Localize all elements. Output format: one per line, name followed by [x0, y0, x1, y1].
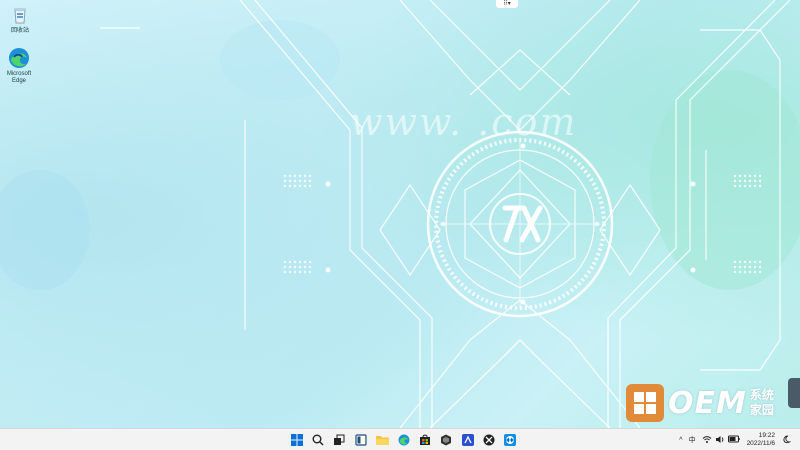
side-panel-handle[interactable]: [788, 378, 800, 408]
oem-logo-cn-line1: 系统: [749, 388, 774, 402]
snap-layout-bar[interactable]: ⠿▾: [496, 0, 518, 8]
blue-app-button[interactable]: [458, 430, 478, 450]
windows-start-icon: [290, 431, 303, 450]
system-tray: ^ 中 19:22 2022/11/6: [676, 429, 794, 450]
search-icon: [312, 431, 324, 450]
clock-time: 19:22: [758, 432, 775, 439]
recycle-bin-icon: [9, 4, 31, 26]
desktop-icon-label: 回收站: [10, 28, 29, 34]
oem-logo-cn-line2: 家园: [749, 403, 774, 417]
ime-label: 中: [688, 437, 696, 444]
store-icon: [419, 431, 431, 450]
task-view-button[interactable]: [329, 430, 349, 450]
wifi-icon: [702, 435, 712, 446]
clock-date: 2022/11/6: [746, 440, 775, 447]
desktop-icon-edge[interactable]: Microsoft Edge: [0, 47, 39, 85]
xbox-button[interactable]: [479, 430, 499, 450]
wallpaper-watermark: www. .com: [350, 100, 578, 144]
xbox-icon: [483, 431, 495, 450]
ime-indicator[interactable]: 中: [689, 435, 696, 445]
taskbar-pinned-apps: [286, 429, 521, 450]
notifications-button[interactable]: [782, 435, 792, 446]
teamviewer-icon: [504, 431, 517, 450]
moon-icon: [782, 435, 792, 446]
cube-icon: [440, 431, 452, 450]
task-view-icon: [333, 431, 345, 450]
edge-icon: [8, 47, 30, 69]
oem-logo-text: OEM: [668, 385, 747, 421]
folder-icon: [375, 431, 389, 450]
dark-app-button[interactable]: [436, 430, 456, 450]
taskbar: ^ 中 19:22 2022/11/6: [0, 428, 800, 450]
tray-quick-settings[interactable]: [702, 435, 740, 446]
battery-icon: [727, 435, 740, 445]
wallpaper-art: [0, 0, 800, 428]
speaker-icon: [715, 435, 725, 446]
search-button[interactable]: [308, 430, 328, 450]
windows-logo-icon: [626, 384, 664, 422]
widgets-button[interactable]: [351, 430, 371, 450]
desktop-wallpaper: www. .com: [0, 0, 800, 428]
widgets-icon: [355, 431, 367, 450]
file-explorer-button[interactable]: [372, 430, 392, 450]
edge-icon: [398, 431, 410, 450]
oem-watermark-logo: OEM 系统 家园: [626, 383, 774, 423]
blue-app-icon: [461, 431, 474, 450]
desktop-icon-label: Microsoft Edge: [6, 71, 32, 84]
edge-taskbar-button[interactable]: [394, 430, 414, 450]
clock[interactable]: 19:22 2022/11/6: [747, 432, 775, 448]
desktop-icon-recycle-bin[interactable]: 回收站: [0, 4, 40, 35]
tray-overflow-button[interactable]: ^: [679, 437, 682, 444]
teamviewer-button[interactable]: [500, 430, 520, 450]
store-button[interactable]: [415, 430, 435, 450]
chevron-up-icon: ^: [679, 436, 683, 444]
start-button[interactable]: [287, 430, 307, 450]
